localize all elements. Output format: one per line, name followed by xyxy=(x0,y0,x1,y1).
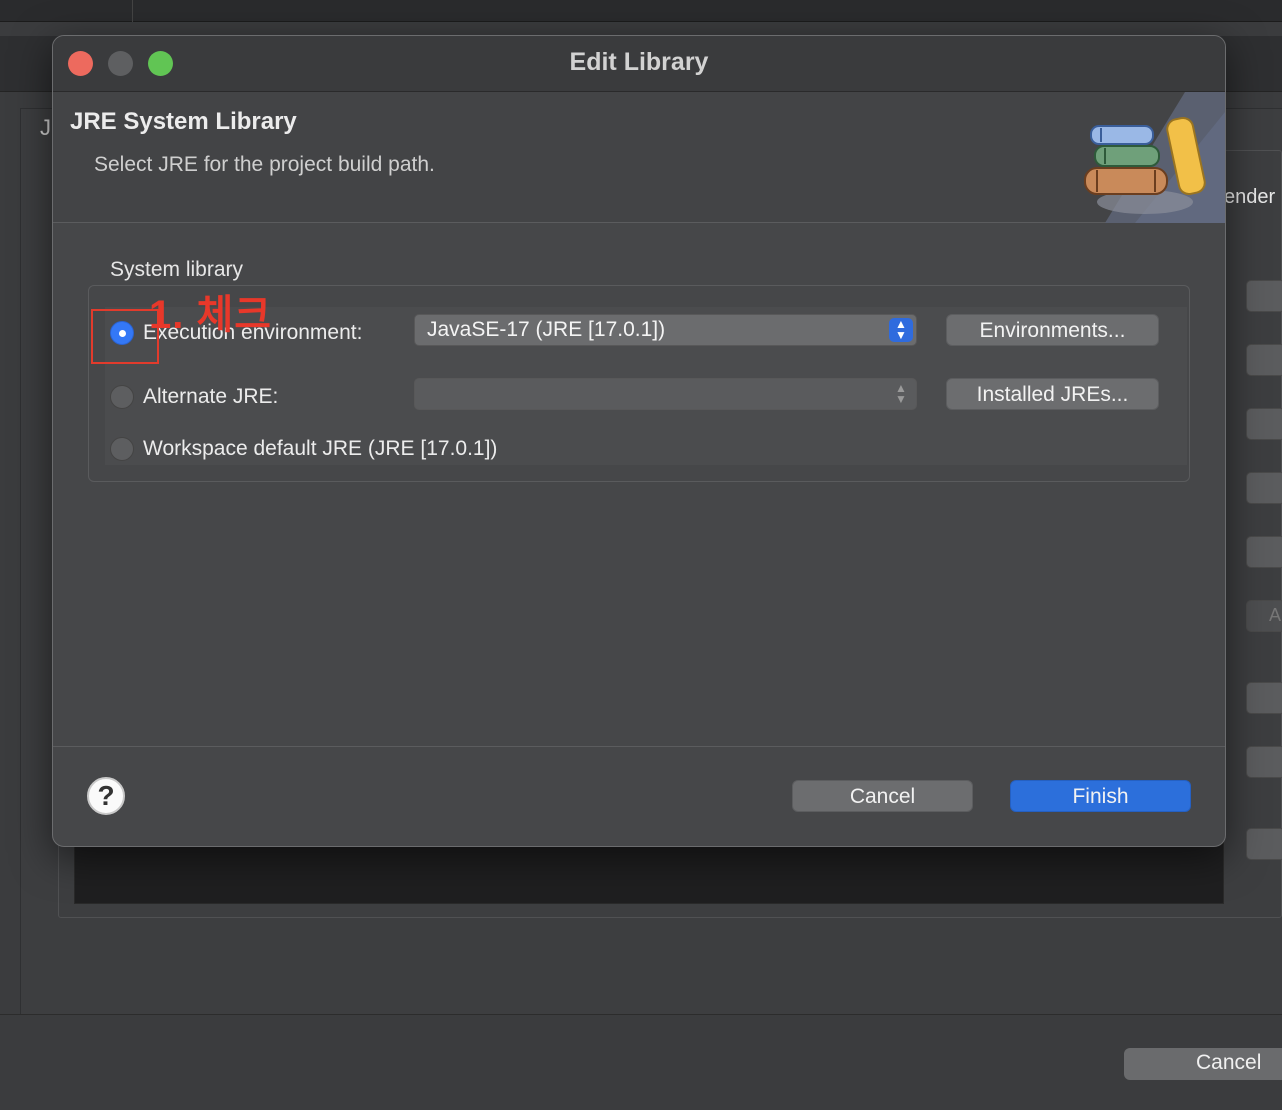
background-side-button[interactable] xyxy=(1246,344,1282,376)
footer-divider xyxy=(53,746,1225,747)
background-cancel-button[interactable]: Cancel xyxy=(1124,1048,1282,1080)
background-side-button[interactable] xyxy=(1246,682,1282,714)
background-side-button[interactable] xyxy=(1246,280,1282,312)
alternate-jre-select[interactable]: ▲ ▼ xyxy=(414,378,917,410)
execution-environment-select[interactable]: JavaSE-17 (JRE [17.0.1]) ▲ ▼ xyxy=(414,314,917,346)
alternate-jre-radio[interactable] xyxy=(110,385,134,409)
background-library-list[interactable] xyxy=(74,840,1224,904)
title-bar: Edit Library xyxy=(53,36,1225,92)
background-side-button[interactable] xyxy=(1246,536,1282,568)
annotation-text: 1. 체크 xyxy=(149,293,273,337)
header-title: JRE System Library xyxy=(70,108,297,135)
background-side-button-label: A xyxy=(1269,605,1282,625)
chevron-updown-icon: ▲ ▼ xyxy=(895,381,907,406)
background-side-button[interactable]: A xyxy=(1246,600,1282,632)
background-tab[interactable]: ender xyxy=(1224,186,1282,209)
alternate-jre-label[interactable]: Alternate JRE: xyxy=(143,385,278,409)
minimize-icon[interactable] xyxy=(108,51,133,76)
background-side-button[interactable] xyxy=(1246,408,1282,440)
dialog-title: Edit Library xyxy=(569,48,709,76)
background-side-button[interactable] xyxy=(1246,828,1282,860)
background-label: J xyxy=(40,115,51,140)
background-topbar-divider xyxy=(132,0,133,22)
workspace-default-label[interactable]: Workspace default JRE (JRE [17.0.1]) xyxy=(143,437,497,461)
close-icon[interactable] xyxy=(68,51,93,76)
maximize-icon[interactable] xyxy=(148,51,173,76)
help-icon[interactable]: ? xyxy=(87,777,125,815)
chevron-updown-icon: ▲ ▼ xyxy=(889,318,913,342)
background-side-button[interactable] xyxy=(1246,746,1282,778)
environments-button[interactable]: Environments... xyxy=(946,314,1159,346)
installed-jres-button[interactable]: Installed JREs... xyxy=(946,378,1159,410)
cancel-button[interactable]: Cancel xyxy=(792,780,973,812)
edit-library-dialog: Edit Library JRE System Library Select J… xyxy=(52,35,1226,847)
system-library-label: System library xyxy=(110,258,244,281)
books-icon xyxy=(1084,92,1225,223)
execution-environment-value: JavaSE-17 (JRE [17.0.1]) xyxy=(427,318,666,341)
background-divider xyxy=(0,1014,1282,1015)
wizard-header: JRE System Library Select JRE for the pr… xyxy=(53,92,1225,223)
background-side-button[interactable] xyxy=(1246,472,1282,504)
header-description: Select JRE for the project build path. xyxy=(94,153,435,176)
background-topbar xyxy=(0,0,1282,22)
workspace-default-radio[interactable] xyxy=(110,437,134,461)
finish-button[interactable]: Finish xyxy=(1010,780,1191,812)
